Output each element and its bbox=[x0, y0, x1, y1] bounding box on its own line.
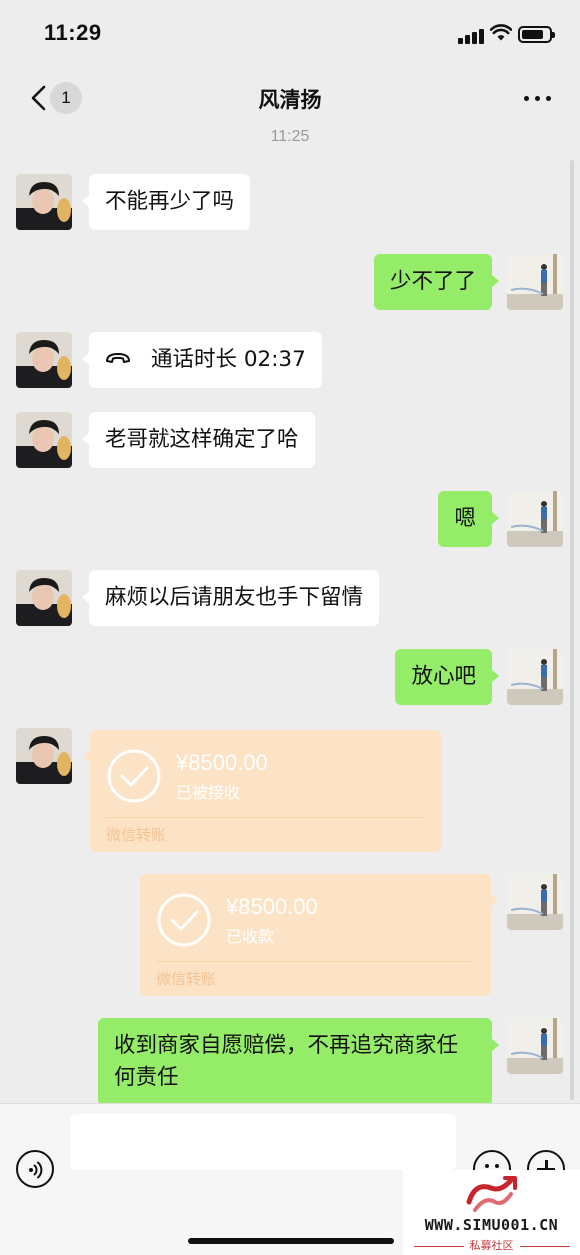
simu-logo-icon bbox=[466, 1176, 517, 1212]
scrollbar[interactable] bbox=[570, 160, 574, 1100]
check-circle-icon bbox=[157, 893, 211, 947]
my-avatar[interactable] bbox=[507, 874, 563, 930]
status-time: 11:29 bbox=[44, 20, 102, 45]
message-text: 老哥就这样确定了哈 bbox=[105, 427, 299, 452]
message-text: 收到商家自愿赔偿，不再追究商家任何责任 bbox=[114, 1033, 459, 1090]
message-text: 嗯 bbox=[454, 506, 476, 531]
battery-icon bbox=[518, 26, 555, 43]
message-timestamp: 11:25 bbox=[270, 128, 310, 145]
cellular-signal-icon bbox=[458, 28, 484, 44]
my-avatar[interactable] bbox=[507, 491, 563, 547]
phone-hangup-icon bbox=[106, 353, 130, 363]
message-bubble[interactable]: 嗯 bbox=[438, 491, 499, 547]
my-avatar[interactable] bbox=[507, 1018, 563, 1074]
transfer-amount: ¥8500.00 bbox=[226, 894, 318, 919]
message-bubble[interactable]: 不能再少了吗 bbox=[81, 174, 251, 230]
message-bubble[interactable]: 老哥就这样确定了哈 bbox=[82, 412, 315, 468]
chat-header: 1 风清扬 bbox=[0, 70, 580, 128]
message-bubble[interactable]: 少不了了 bbox=[373, 254, 500, 310]
wifi-icon bbox=[490, 24, 512, 41]
message-bubble[interactable]: 放心吧 bbox=[395, 649, 499, 705]
divider bbox=[106, 817, 425, 818]
check-circle-icon bbox=[107, 749, 161, 803]
more-options-icon[interactable] bbox=[524, 96, 552, 102]
message-input[interactable] bbox=[70, 1114, 456, 1170]
voice-wave-icon bbox=[29, 1161, 43, 1179]
message-bubble[interactable]: 麻烦以后请朋友也手下留情 bbox=[81, 570, 380, 626]
transfer-label: 微信转账 bbox=[156, 970, 217, 988]
transfer-status: 已收款 bbox=[226, 927, 275, 946]
call-duration-text: 通话时长 02:37 bbox=[151, 347, 306, 372]
watermark-label: 私募社区 bbox=[403, 1237, 580, 1253]
contact-avatar[interactable] bbox=[16, 332, 72, 388]
watermark: WWW.SIMU001.CN 私募社区 bbox=[403, 1170, 580, 1255]
transfer-amount: ¥8500.00 bbox=[176, 750, 268, 775]
voice-input-button[interactable] bbox=[16, 1150, 54, 1188]
message-text: 放心吧 bbox=[411, 664, 476, 689]
my-avatar[interactable] bbox=[507, 254, 563, 310]
transfer-label: 微信转账 bbox=[106, 826, 167, 844]
call-record-bubble[interactable]: 通话时长 02:37 bbox=[82, 332, 322, 388]
contact-avatar[interactable] bbox=[16, 412, 72, 468]
divider bbox=[156, 961, 475, 962]
transfer-card[interactable]: ¥8500.00 已被接收 微信转账 bbox=[83, 730, 441, 852]
contact-avatar[interactable] bbox=[16, 570, 72, 626]
contact-name-title: 风清扬 bbox=[258, 88, 322, 112]
watermark-domain: WWW.SIMU001.CN bbox=[424, 1216, 559, 1234]
home-indicator[interactable] bbox=[188, 1238, 394, 1244]
status-bar: 11:29 bbox=[0, 0, 580, 70]
transfer-card[interactable]: ¥8500.00 已收款 微信转账 bbox=[140, 874, 498, 996]
message-text: 不能再少了吗 bbox=[105, 189, 235, 214]
my-avatar[interactable] bbox=[507, 649, 563, 705]
message-text: 麻烦以后请朋友也手下留情 bbox=[105, 585, 364, 610]
message-text: 少不了了 bbox=[389, 269, 476, 294]
transfer-status: 已被接收 bbox=[176, 783, 241, 802]
message-bubble[interactable]: 收到商家自愿赔偿，不再追究商家任何责任 bbox=[98, 1018, 499, 1106]
contact-avatar[interactable] bbox=[16, 174, 72, 230]
contact-avatar[interactable] bbox=[16, 728, 72, 784]
